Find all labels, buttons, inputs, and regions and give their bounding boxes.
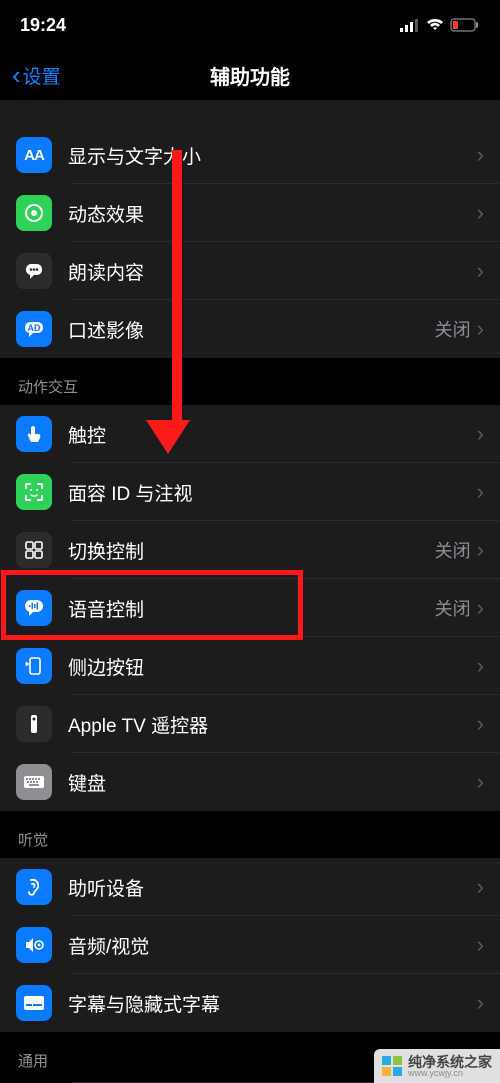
chevron-right-icon: › — [477, 479, 484, 505]
side-button-icon — [16, 648, 52, 684]
watermark-text: 纯净系统之家 — [408, 1055, 492, 1069]
row-label: 助听设备 — [68, 874, 477, 901]
row-face-id[interactable]: 面容 ID 与注视 › — [0, 463, 500, 521]
row-spoken-content[interactable]: 朗读内容 › — [0, 242, 500, 300]
row-label: Apple TV 遥控器 — [68, 711, 477, 738]
watermark-url: www.ycwjy.cn — [408, 1069, 492, 1078]
row-keyboards[interactable]: 键盘 › — [0, 753, 500, 811]
row-subtitles[interactable]: 字幕与隐藏式字幕 › — [0, 974, 500, 1032]
row-motion[interactable]: 动态效果 › — [0, 184, 500, 242]
wifi-icon — [426, 18, 444, 32]
row-label: 语音控制 — [68, 595, 435, 622]
row-voice-control[interactable]: 语音控制 关闭 › — [0, 579, 500, 637]
row-label: 触控 — [68, 421, 477, 448]
status-time: 19:24 — [20, 15, 66, 36]
row-label: 音频/视觉 — [68, 932, 477, 959]
watermark: 纯净系统之家 www.ycwjy.cn — [374, 1049, 500, 1083]
back-button[interactable]: ‹ 设置 — [12, 62, 61, 89]
row-switch-control[interactable]: 切换控制 关闭 › — [0, 521, 500, 579]
battery-icon — [450, 18, 480, 32]
voice-bubble-icon — [16, 590, 52, 626]
back-label: 设置 — [23, 62, 61, 89]
chevron-right-icon: › — [477, 653, 484, 679]
settings-list-hearing: 助听设备 › 音频/视觉 › 字幕与隐藏式字幕 › — [0, 858, 500, 1032]
row-label: 键盘 — [68, 769, 477, 796]
page-title: 辅助功能 — [0, 61, 500, 90]
status-bar: 19:24 — [0, 0, 500, 50]
section-header-hearing: 听觉 — [0, 811, 500, 858]
row-value: 关闭 — [435, 316, 471, 342]
row-label: 面容 ID 与注视 — [68, 479, 477, 506]
row-value: 关闭 — [435, 537, 471, 563]
chevron-right-icon: › — [477, 769, 484, 795]
status-icons — [400, 18, 480, 32]
touch-icon — [16, 416, 52, 452]
row-label: 字幕与隐藏式字幕 — [68, 990, 477, 1017]
keyboard-icon — [16, 764, 52, 800]
row-label: 口述影像 — [68, 316, 435, 343]
row-side-button[interactable]: 侧边按钮 › — [0, 637, 500, 695]
row-label: 朗读内容 — [68, 258, 477, 285]
chevron-right-icon: › — [477, 932, 484, 958]
row-value: 关闭 — [435, 595, 471, 621]
chevron-right-icon: › — [477, 258, 484, 284]
chevron-right-icon: › — [477, 874, 484, 900]
subtitles-icon — [16, 985, 52, 1021]
settings-list-visual: AA 显示与文字大小 › 动态效果 › 朗读内容 › AD 口述影像 关闭 › — [0, 100, 500, 358]
row-label: 显示与文字大小 — [68, 142, 477, 169]
row-partial-top[interactable] — [0, 100, 500, 126]
speech-bubble-icon — [16, 253, 52, 289]
settings-list-interaction: 触控 › 面容 ID 与注视 › 切换控制 关闭 › 语音控制 关闭 › 侧边按… — [0, 405, 500, 811]
chevron-right-icon: › — [477, 200, 484, 226]
chevron-left-icon: ‹ — [12, 62, 21, 88]
ad-bubble-icon: AD — [16, 311, 52, 347]
nav-bar: ‹ 设置 辅助功能 — [0, 50, 500, 100]
chevron-right-icon: › — [477, 537, 484, 563]
motion-icon — [16, 195, 52, 231]
grid-icon — [16, 532, 52, 568]
row-touch[interactable]: 触控 › — [0, 405, 500, 463]
row-label: 动态效果 — [68, 200, 477, 227]
chevron-right-icon: › — [477, 316, 484, 342]
svg-text:AD: AD — [28, 323, 41, 333]
chevron-right-icon: › — [477, 595, 484, 621]
row-apple-tv-remote[interactable]: Apple TV 遥控器 › — [0, 695, 500, 753]
chevron-right-icon: › — [477, 421, 484, 447]
chevron-right-icon: › — [477, 711, 484, 737]
row-audio-visual[interactable]: 音频/视觉 › — [0, 916, 500, 974]
row-label: 侧边按钮 — [68, 653, 477, 680]
chevron-right-icon: › — [477, 990, 484, 1016]
section-header-interaction: 动作交互 — [0, 358, 500, 405]
watermark-logo-icon — [382, 1056, 402, 1076]
text-size-icon: AA — [16, 137, 52, 173]
face-icon — [16, 474, 52, 510]
ear-icon — [16, 869, 52, 905]
row-label: 切换控制 — [68, 537, 435, 564]
signal-icon — [400, 18, 420, 32]
row-hearing-devices[interactable]: 助听设备 › — [0, 858, 500, 916]
row-display-text-size[interactable]: AA 显示与文字大小 › — [0, 126, 500, 184]
row-audio-descriptions[interactable]: AD 口述影像 关闭 › — [0, 300, 500, 358]
remote-icon — [16, 706, 52, 742]
chevron-right-icon: › — [477, 142, 484, 168]
audio-visual-icon — [16, 927, 52, 963]
